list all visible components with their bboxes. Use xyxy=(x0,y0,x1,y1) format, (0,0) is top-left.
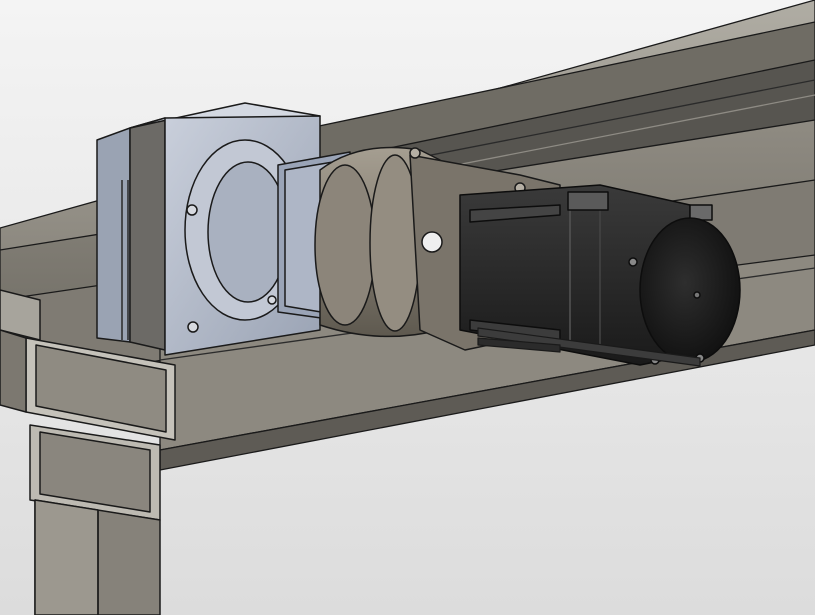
plate-bolt xyxy=(186,204,198,216)
gearbox-bolt xyxy=(409,147,421,159)
motor-endcap xyxy=(639,217,741,363)
plate-bolt xyxy=(267,295,277,305)
cad-scene xyxy=(0,0,815,615)
motor-connector xyxy=(567,191,609,211)
cad-viewport xyxy=(0,0,815,615)
plate-bolt xyxy=(187,321,199,333)
vertical-post xyxy=(29,424,161,615)
motor-bolt xyxy=(628,257,638,267)
